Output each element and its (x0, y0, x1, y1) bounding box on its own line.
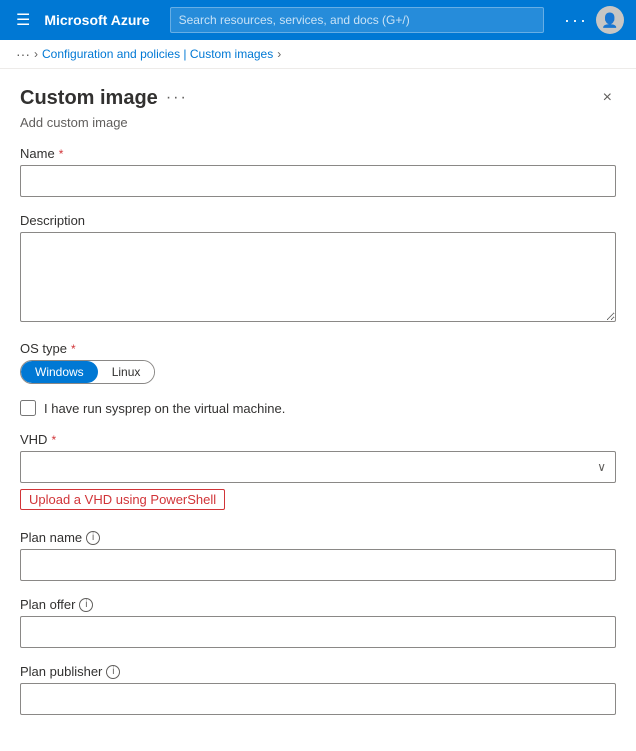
sysprep-label: I have run sysprep on the virtual machin… (44, 401, 285, 416)
panel-header: Custom image ··· × (0, 69, 636, 115)
sysprep-checkbox[interactable] (20, 400, 36, 416)
name-field-group: Name * (20, 146, 616, 197)
nav-more-options[interactable]: ··· (564, 10, 588, 31)
plan-publisher-input[interactable] (20, 683, 616, 715)
description-input[interactable] (20, 232, 616, 322)
os-windows-button[interactable]: Windows (21, 361, 98, 383)
os-linux-button[interactable]: Linux (98, 361, 155, 383)
sysprep-row: I have run sysprep on the virtual machin… (20, 400, 616, 416)
plan-publisher-label: Plan publisher i (20, 664, 616, 679)
name-input[interactable] (20, 165, 616, 197)
name-label: Name * (20, 146, 616, 161)
panel-title-row: Custom image ··· (20, 87, 188, 110)
plan-offer-label: Plan offer i (20, 597, 616, 612)
panel-more-options[interactable]: ··· (166, 89, 188, 107)
vhd-required-star: * (51, 433, 56, 447)
search-input[interactable] (179, 13, 535, 27)
os-required-star: * (71, 342, 76, 356)
plan-name-label: Plan name i (20, 530, 616, 545)
plan-publisher-info-icon[interactable]: i (106, 665, 120, 679)
breadcrumb: ··· › Configuration and policies | Custo… (0, 40, 636, 69)
plan-name-group: Plan name i (20, 530, 616, 581)
plan-offer-group: Plan offer i (20, 597, 616, 648)
plan-offer-info-icon[interactable]: i (79, 598, 93, 612)
description-label: Description (20, 213, 616, 228)
name-required-star: * (59, 147, 64, 161)
top-navigation: ☰ Microsoft Azure ··· 👤 (0, 0, 636, 40)
breadcrumb-sep1: › (34, 47, 38, 61)
description-field-group: Description (20, 213, 616, 325)
os-type-label: OS type * (20, 341, 616, 356)
os-type-group: OS type * Windows Linux (20, 341, 616, 384)
plan-name-input[interactable] (20, 549, 616, 581)
search-bar[interactable] (170, 7, 544, 33)
form-body: Name * Description OS type * Windows Lin… (0, 146, 636, 751)
breadcrumb-link[interactable]: Configuration and policies | Custom imag… (42, 47, 273, 61)
plan-name-info-icon[interactable]: i (86, 531, 100, 545)
vhd-select-wrapper (20, 451, 616, 483)
panel-title: Custom image (20, 87, 158, 110)
custom-image-panel: Custom image ··· × Add custom image Name… (0, 69, 636, 751)
vhd-select[interactable] (20, 451, 616, 483)
user-avatar[interactable]: 👤 (596, 6, 624, 34)
nav-right: ··· 👤 (564, 6, 624, 34)
panel-subtitle: Add custom image (0, 115, 636, 146)
os-type-toggle[interactable]: Windows Linux (20, 360, 155, 384)
close-button[interactable]: × (599, 85, 616, 111)
plan-offer-input[interactable] (20, 616, 616, 648)
breadcrumb-sep2: › (277, 47, 281, 61)
azure-logo: Microsoft Azure (44, 12, 149, 28)
vhd-field-group: VHD * Upload a VHD using PowerShell (20, 432, 616, 514)
hamburger-menu[interactable]: ☰ (12, 6, 34, 34)
vhd-label: VHD * (20, 432, 616, 447)
breadcrumb-dots[interactable]: ··· (16, 46, 30, 62)
upload-vhd-link[interactable]: Upload a VHD using PowerShell (20, 489, 225, 510)
